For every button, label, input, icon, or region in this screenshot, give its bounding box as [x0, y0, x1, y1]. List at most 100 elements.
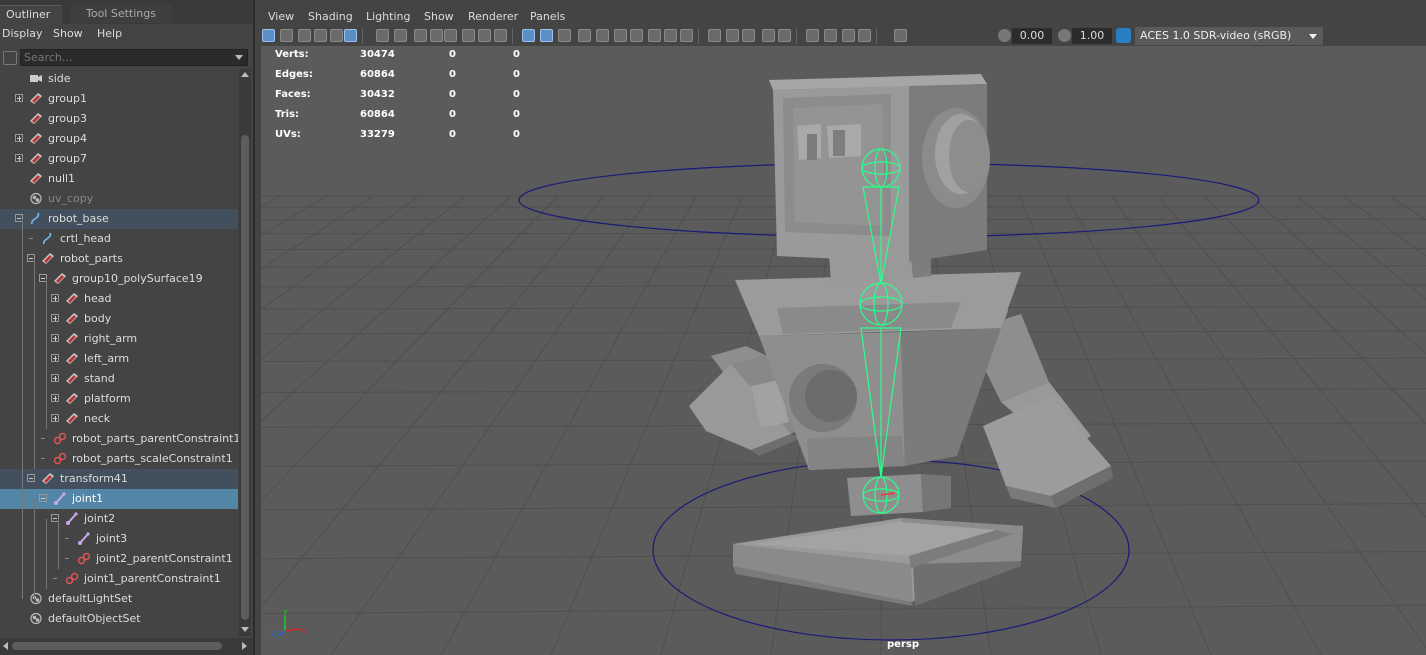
outliner-item-group3[interactable]: group3 [0, 109, 238, 129]
scroll-right-icon[interactable] [242, 642, 247, 650]
xray-icon[interactable] [726, 29, 739, 42]
ao-icon[interactable] [630, 29, 643, 42]
outliner-item-joint2[interactable]: joint2 [0, 509, 238, 529]
outliner-item-left-arm[interactable]: left_arm [0, 349, 238, 369]
exposure-toggle-icon[interactable] [998, 29, 1011, 42]
field-chart-icon[interactable] [462, 29, 475, 42]
expand-plus-icon[interactable] [51, 394, 59, 402]
safe-action-icon[interactable] [478, 29, 491, 42]
outliner-item-crtl-head[interactable]: crtl_head [0, 229, 238, 249]
rotate-icon[interactable] [842, 29, 855, 42]
backface-icon[interactable] [778, 29, 791, 42]
film-gate-icon[interactable] [414, 29, 427, 42]
expand-plus-icon[interactable] [51, 334, 59, 342]
collapse-minus-icon[interactable] [39, 494, 47, 502]
image-plane-icon[interactable] [314, 29, 327, 42]
outliner-item-robot-parts[interactable]: robot_parts [0, 249, 238, 269]
robot-platform-mesh[interactable] [733, 518, 1023, 606]
outliner-item-defaultlightset[interactable]: defaultLightSet [0, 589, 238, 609]
expand-plus-icon[interactable] [15, 94, 23, 102]
scrollbar-thumb[interactable] [12, 642, 222, 650]
outliner-item-uv-copy[interactable]: uv_copy [0, 189, 238, 209]
outliner-item-defaultobjectset[interactable]: defaultObjectSet [0, 609, 238, 629]
filter-icon[interactable] [3, 51, 17, 65]
outliner-item-stand[interactable]: stand [0, 369, 238, 389]
outliner-item-group7[interactable]: group7 [0, 149, 238, 169]
menu-show[interactable]: Show [424, 10, 454, 23]
shadows-icon[interactable] [614, 29, 627, 42]
outliner-item-robot-parts-parentconstraint1[interactable]: robot_parts_parentConstraint1 [0, 429, 238, 449]
menu-view[interactable]: View [268, 10, 294, 23]
outliner-item-right-arm[interactable]: right_arm [0, 329, 238, 349]
expand-plus-icon[interactable] [15, 134, 23, 142]
outliner-item-body[interactable]: body [0, 309, 238, 329]
expand-plus-icon[interactable] [15, 154, 23, 162]
bookmark-icon[interactable] [298, 29, 311, 42]
outliner-item-joint1[interactable]: joint1 [0, 489, 238, 509]
exposure-icon[interactable] [894, 29, 907, 42]
scrollbar-thumb[interactable] [241, 135, 249, 620]
grease-pencil-icon[interactable] [344, 29, 357, 42]
outliner-vertical-scrollbar[interactable] [239, 69, 251, 636]
outliner-item-joint2-parentconstraint1[interactable]: joint2_parentConstraint1 [0, 549, 238, 569]
color-management-icon[interactable] [1116, 28, 1131, 43]
outliner-item-robot-base[interactable]: robot_base [0, 209, 238, 229]
select-camera-icon[interactable] [262, 29, 275, 42]
menu-show[interactable]: Show [53, 27, 83, 40]
move-icon[interactable] [824, 29, 837, 42]
expand-plus-icon[interactable] [51, 414, 59, 422]
expand-plus-icon[interactable] [51, 294, 59, 302]
outliner-item-joint3[interactable]: joint3 [0, 529, 238, 549]
lock-camera-icon[interactable] [394, 29, 407, 42]
motion-blur-icon[interactable] [648, 29, 661, 42]
collapse-minus-icon[interactable] [27, 474, 35, 482]
outliner-item-robot-parts-scaleconstraint1[interactable]: robot_parts_scaleConstraint1 [0, 449, 238, 469]
grid-icon[interactable] [522, 29, 535, 42]
outliner-item-side[interactable]: side [0, 69, 238, 89]
wireframe-icon[interactable] [540, 29, 553, 42]
outliner-item-group4[interactable]: group4 [0, 129, 238, 149]
menu-lighting[interactable]: Lighting [366, 10, 410, 23]
menu-shading[interactable]: Shading [308, 10, 353, 23]
isolate-icon[interactable] [708, 29, 721, 42]
resolution-gate-icon[interactable] [430, 29, 443, 42]
expand-plus-icon[interactable] [51, 354, 59, 362]
scale-icon[interactable] [858, 29, 871, 42]
camera-icon[interactable] [376, 29, 389, 42]
aa-icon[interactable] [664, 29, 677, 42]
scroll-down-icon[interactable] [241, 627, 249, 632]
exposure-field[interactable]: 0.00 [1012, 28, 1052, 44]
scene-canvas[interactable]: y x z [261, 46, 1426, 655]
search-dropdown-icon[interactable] [235, 55, 243, 60]
search-input[interactable] [20, 49, 248, 66]
safe-title-icon[interactable] [494, 29, 507, 42]
gamma-field[interactable]: 1.00 [1072, 28, 1112, 44]
outliner-item-platform[interactable]: platform [0, 389, 238, 409]
outliner-horizontal-scrollbar[interactable] [0, 638, 253, 655]
tab-outliner[interactable]: Outliner [0, 5, 62, 24]
outliner-item-group1[interactable]: group1 [0, 89, 238, 109]
xray-joints-icon[interactable] [742, 29, 755, 42]
lights-icon[interactable] [596, 29, 609, 42]
outliner-item-head[interactable]: head [0, 289, 238, 309]
expand-plus-icon[interactable] [51, 374, 59, 382]
outliner-item-transform41[interactable]: transform41 [0, 469, 238, 489]
menu-panels[interactable]: Panels [530, 10, 565, 23]
gate-mask-icon[interactable] [444, 29, 457, 42]
dof-icon[interactable] [680, 29, 693, 42]
scroll-left-icon[interactable] [3, 642, 8, 650]
gamma-toggle-icon[interactable] [1058, 29, 1071, 42]
smooth-shade-icon[interactable] [558, 29, 571, 42]
select-icon[interactable] [806, 29, 819, 42]
outliner-item-joint1-parentconstraint1[interactable]: joint1_parentConstraint1 [0, 569, 238, 589]
3d-viewport[interactable]: y x z Verts: 30474 0 0 Edges: 60864 0 0 Faces: 30… [261, 46, 1426, 655]
2d-pan-icon[interactable] [330, 29, 343, 42]
expand-plus-icon[interactable] [51, 314, 59, 322]
textured-icon[interactable] [578, 29, 591, 42]
menu-help[interactable]: Help [97, 27, 122, 40]
color-space-select[interactable]: ACES 1.0 SDR-video (sRGB) [1135, 27, 1323, 45]
outliner-item-neck[interactable]: neck [0, 409, 238, 429]
outliner-item-group10-polysurface19[interactable]: group10_polySurface19 [0, 269, 238, 289]
robot-head-mesh[interactable] [769, 74, 990, 262]
tab-tool-settings[interactable]: Tool Settings [70, 5, 172, 23]
